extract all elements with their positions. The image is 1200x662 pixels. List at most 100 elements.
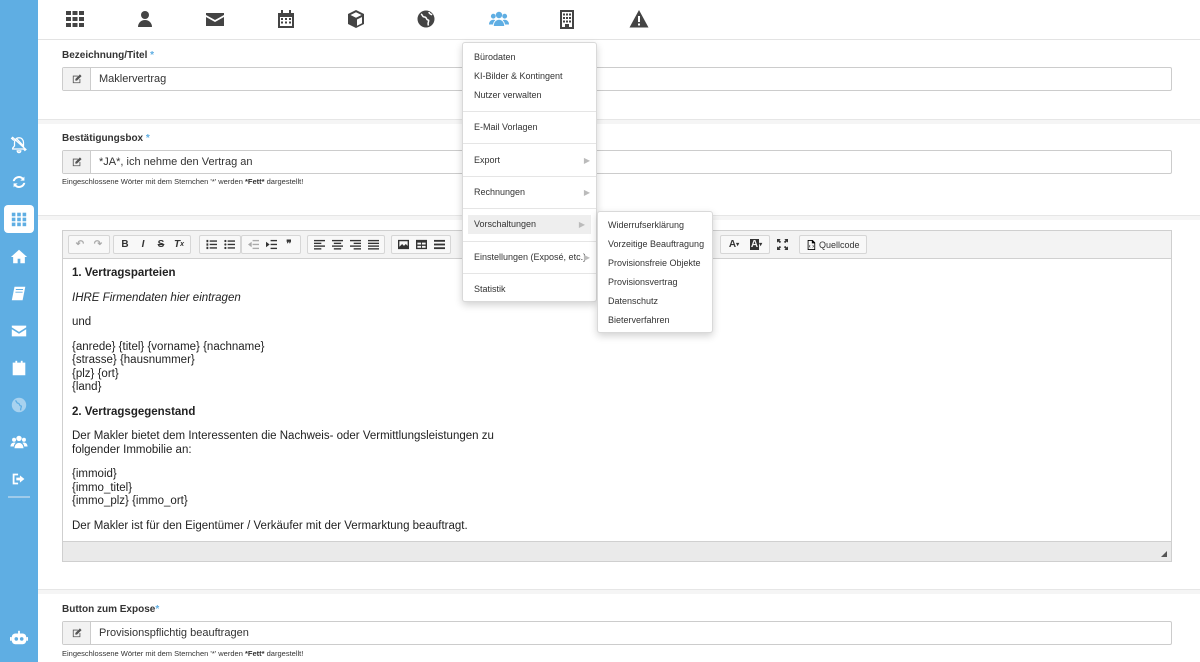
menu-item-einstellungen[interactable]: Einstellungen (Exposé, etc.) ▶ [463,248,596,267]
insert-group [391,235,451,254]
envelope-icon [11,325,27,337]
vorschaltungen-submenu: Widerrufserklärung Vorzeitige Beauftragu… [597,211,713,333]
sidebar-assistant-button[interactable] [0,622,38,654]
undo-button[interactable]: ↶ [72,237,88,253]
sidebar-refresh-button[interactable] [0,166,38,198]
required-mark: * [155,604,160,615]
editor-footer [63,541,1171,561]
refresh-icon [12,176,26,188]
topnav-dashboard-button[interactable] [60,6,90,32]
menu-divider [463,208,596,209]
menu-item-rechnungen[interactable]: Rechnungen ▶ [463,183,596,202]
menu-item-buerodaten[interactable]: Bürodaten [463,48,596,67]
topnav-mail-button[interactable] [200,6,230,32]
strike-button[interactable]: S [153,237,169,253]
indent-button[interactable] [263,237,279,253]
bold-button[interactable]: B [117,237,133,253]
sidebar-notifications-button[interactable] [0,129,38,161]
hr-button[interactable] [431,237,447,253]
topnav-warnings-button[interactable] [624,6,654,32]
sidebar-logout-button[interactable] [0,463,38,495]
topnav-company-button[interactable] [552,6,582,32]
address-line: {strasse} {hausnummer} [72,354,195,366]
ordered-list-button[interactable] [203,237,219,253]
bullet-list-button[interactable] [221,237,237,253]
bg-color-button[interactable]: A ▾ [746,237,766,253]
resize-handle[interactable] [1161,551,1167,557]
button-input[interactable]: Provisionspflichtig beauftragen [91,622,249,644]
table-button[interactable] [413,237,429,253]
sidebar-book-button[interactable] [0,278,38,310]
submenu-item-bieterverfahren[interactable]: Bieterverfahren [598,311,712,330]
menu-item-export[interactable]: Export ▶ [463,151,596,170]
confirm-hint: Eingeschlossene Wörter mit dem Sternchen… [62,177,304,186]
submenu-item-provisionsfrei[interactable]: Provisionsfreie Objekte [598,254,712,273]
align-left-button[interactable] [311,237,327,253]
main-content: Bezeichnung/Titel * Maklervertrag Bestät… [38,41,1200,662]
address-line: {land} [72,381,102,393]
menu-item-email-vorlagen[interactable]: E-Mail Vorlagen [463,118,596,137]
users-icon [489,11,509,26]
menu-item-label: Vorschaltungen [474,219,537,229]
paragraph: Der Makler ist für den Eigentümer / Verk… [72,519,468,532]
menu-item-label: Export [474,155,501,165]
title-section: Bezeichnung/Titel * Maklervertrag [38,41,1200,120]
maximize-button[interactable] [774,237,790,253]
submenu-item-vorzeitig[interactable]: Vorzeitige Beauftragung [598,235,712,254]
paragraph-line: Der Makler bietet dem Interessenten die … [72,430,494,442]
outdent-button[interactable] [245,237,261,253]
align-right-button[interactable] [347,237,363,253]
source-button[interactable]: Quellcode [803,239,863,250]
button-field[interactable]: Provisionspflichtig beauftragen [62,621,1172,645]
sidebar-globe-button[interactable] [0,389,38,421]
book-icon [11,286,26,301]
chevron-right-icon: ▶ [578,220,585,229]
align-justify-button[interactable] [365,237,381,253]
menu-divider [463,241,596,242]
topnav-team-button[interactable] [484,6,514,32]
home-icon [10,249,28,264]
menu-divider [463,273,596,274]
clear-format-button[interactable]: Tx [171,237,187,253]
topnav-contacts-button[interactable] [130,6,160,32]
paragraph-line: folgender Immobilie an: [72,443,192,456]
required-mark: * [150,50,155,61]
sidebar-calendar-button[interactable] [0,352,38,384]
color-group: A ▾ A ▾ [720,235,770,254]
title-input[interactable]: Maklervertrag [91,68,166,90]
text-color-button[interactable]: A ▾ [724,237,744,253]
address-line: {anrede} {titel} {vorname} {nachname} [72,340,265,353]
menu-item-statistik[interactable]: Statistik [463,280,596,299]
image-button[interactable] [395,237,411,253]
italic-button[interactable]: I [135,237,151,253]
file-code-icon [807,239,816,250]
align-center-button[interactable] [329,237,345,253]
topnav-calendar-button[interactable] [271,6,301,32]
blockquote-button[interactable]: ❞ [281,237,297,253]
sidebar-users-button[interactable] [0,426,38,458]
variables-block: {immoid} {immo_titel} {immo_plz} {immo_o… [72,468,1162,509]
topnav-objects-button[interactable] [341,6,371,32]
address-block: {anrede} {titel} {vorname} {nachname} {s… [72,341,1162,395]
confirm-field[interactable]: *JA*, ich nehme den Vertrag an [62,150,1172,174]
topnav-portals-button[interactable] [411,6,441,32]
sidebar-home-button[interactable] [0,241,38,273]
submenu-item-widerruf[interactable]: Widerrufserklärung [598,216,712,235]
required-mark: * [145,133,150,144]
redo-button[interactable]: ↷ [90,237,106,253]
menu-item-label: Einstellungen (Exposé, etc.) [474,252,587,262]
submenu-item-provisionsvertrag[interactable]: Provisionsvertrag [598,273,712,292]
team-dropdown-menu: Bürodaten KI-Bilder & Kontingent Nutzer … [462,42,597,302]
users-icon [10,435,28,449]
title-field[interactable]: Maklervertrag [62,67,1172,91]
sidebar-dashboard-button[interactable] [4,205,34,233]
source-label: Quellcode [819,239,860,250]
sidebar-mail-button[interactable] [0,315,38,347]
list-group [199,235,241,254]
grid-icon [66,11,84,27]
menu-item-vorschaltungen[interactable]: Vorschaltungen ▶ [468,215,591,234]
menu-item-nutzer[interactable]: Nutzer verwalten [463,86,596,105]
menu-item-ki-bilder[interactable]: KI-Bilder & Kontingent [463,67,596,86]
confirm-input[interactable]: *JA*, ich nehme den Vertrag an [91,151,252,173]
submenu-item-datenschutz[interactable]: Datenschutz [598,292,712,311]
